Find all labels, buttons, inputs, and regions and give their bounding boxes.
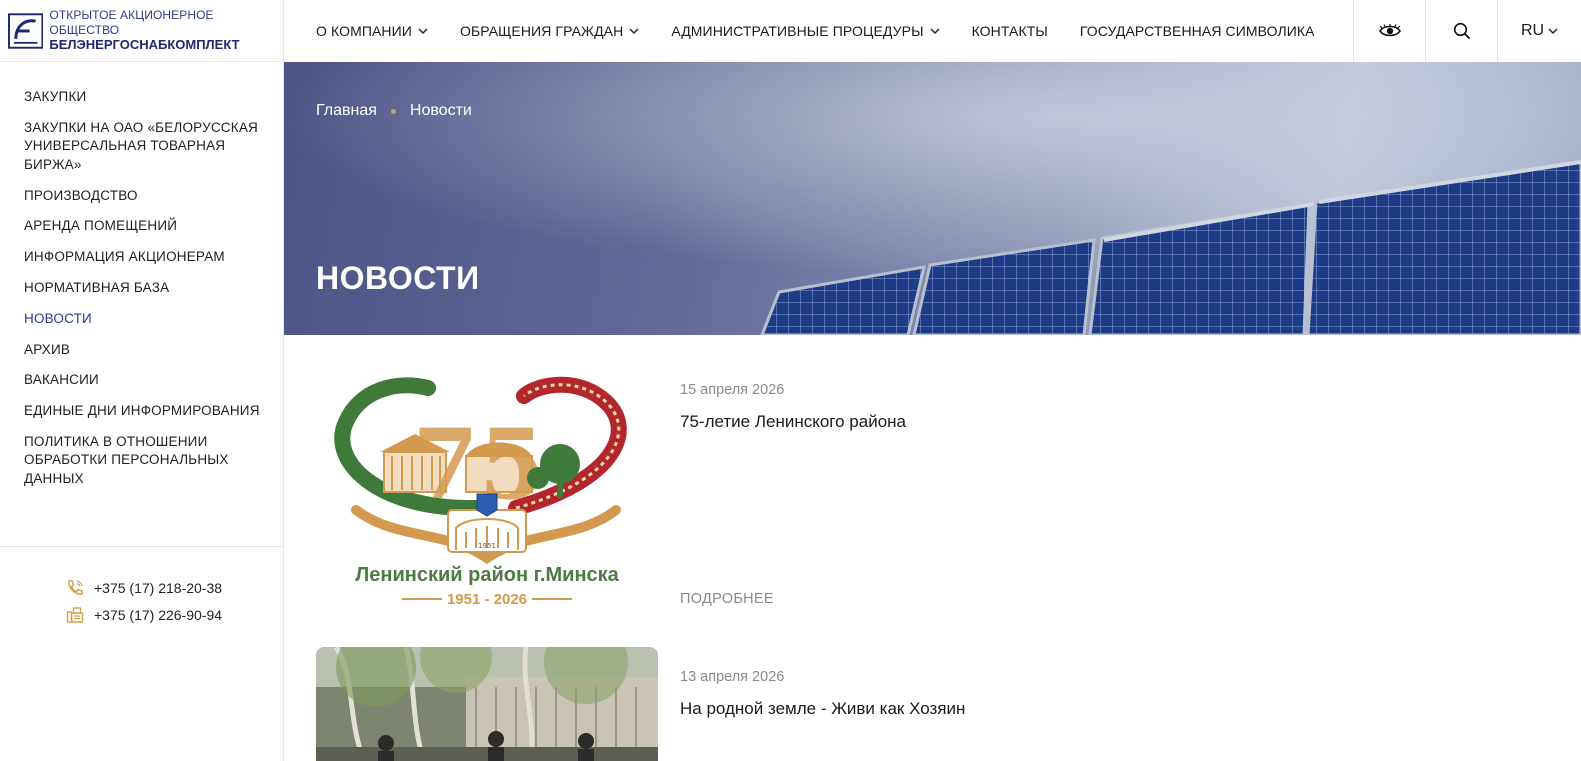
- nav-item-label: КОНТАКТЫ: [971, 23, 1048, 39]
- chevron-down-icon: [418, 28, 428, 35]
- main-nav: О КОМПАНИИ ОБРАЩЕНИЯ ГРАЖДАН АДМИНИСТРАТ…: [284, 0, 1353, 62]
- search-button[interactable]: [1425, 0, 1497, 62]
- fax-number: +375 (17) 226-90-94: [94, 606, 223, 623]
- sidebar-item-archive[interactable]: АРХИВ: [24, 341, 267, 360]
- sidebar-item-vacancies[interactable]: ВАКАНСИИ: [24, 371, 267, 390]
- nav-item-label: ОБРАЩЕНИЯ ГРАЖДАН: [459, 23, 624, 39]
- nav-item-symbols[interactable]: ГОСУДАРСТВЕННАЯ СИМВОЛИКА: [1080, 23, 1315, 39]
- sidebar-menu: ЗАКУПКИ ЗАКУПКИ НА ОАО «БЕЛОРУССКАЯ УНИВ…: [0, 62, 283, 488]
- site-header: ОТКРЫТОЕ АКЦИОНЕРНОЕ ОБЩЕСТВО БЕЛЭНЕРГОС…: [0, 0, 1581, 62]
- phone-number: +375 (17) 218-20-38: [94, 579, 223, 596]
- header-tools: RU: [1353, 0, 1581, 62]
- sidebar-item-regulations[interactable]: НОРМАТИВНАЯ БАЗА: [24, 279, 267, 298]
- news-title-link[interactable]: На родной земле - Живи как Хозяин: [680, 699, 965, 719]
- nav-item-label: О КОМПАНИИ: [316, 23, 412, 39]
- breadcrumb: Главная Новости: [316, 102, 472, 120]
- logo-badge-year: 1951: [478, 542, 496, 550]
- breadcrumb-home-link[interactable]: Главная: [316, 102, 377, 120]
- accessibility-button[interactable]: [1353, 0, 1425, 62]
- fax-row[interactable]: +375 (17) 226-90-94: [66, 601, 222, 628]
- news-date: 13 апреля 2026: [680, 669, 785, 685]
- language-selector[interactable]: RU: [1497, 0, 1581, 62]
- nav-item-contacts[interactable]: КОНТАКТЫ: [972, 23, 1048, 39]
- company-logo-icon: [8, 12, 44, 49]
- nav-item-appeals[interactable]: ОБРАЩЕНИЯ ГРАЖДАН: [460, 23, 639, 39]
- read-more-link[interactable]: ПОДРОБНЕЕ: [680, 591, 774, 607]
- sidebar-item-purchases[interactable]: ЗАКУПКИ: [24, 88, 267, 107]
- breadcrumb-separator: [390, 108, 396, 114]
- page-title: НОВОСТИ: [316, 260, 480, 296]
- nav-item-label: АДМИНИСТРАТИВНЫЕ ПРОЦЕДУРЫ: [671, 23, 924, 39]
- anniversary-logo-image: 75 1951 Ленинский район г.Минска 1951 - …: [334, 376, 627, 608]
- phone-row[interactable]: +375 (17) 218-20-38: [66, 574, 222, 601]
- language-label: RU: [1520, 22, 1545, 39]
- search-icon: [1453, 22, 1470, 40]
- sidebar-contacts: +375 (17) 218-20-38 +375 (17) 226-90-94: [66, 574, 222, 628]
- sidebar-item-shareholders[interactable]: ИНФОРМАЦИЯ АКЦИОНЕРАМ: [24, 248, 267, 267]
- sidebar-item-news[interactable]: НОВОСТИ: [24, 310, 267, 329]
- nav-item-procedures[interactable]: АДМИНИСТРАТИВНЫЕ ПРОЦЕДУРЫ: [671, 23, 940, 39]
- logo-line2: БЕЛЭНЕРГОСНАБКОМПЛЕКТ: [49, 37, 240, 53]
- fax-icon: [66, 606, 84, 623]
- logo-years: 1951 - 2026: [447, 591, 527, 608]
- news-thumbnail[interactable]: [316, 647, 658, 761]
- chevron-down-icon: [930, 28, 940, 35]
- sidebar-divider: [0, 546, 283, 547]
- nav-item-about[interactable]: О КОМПАНИИ: [316, 23, 428, 39]
- news-title-link[interactable]: 75-летие Ленинского района: [680, 412, 906, 432]
- news-body: 15 апреля 2026 75-летие Ленинского район…: [680, 360, 906, 647]
- sidebar: ЗАКУПКИ ЗАКУПКИ НА ОАО «БЕЛОРУССКАЯ УНИВ…: [0, 62, 284, 761]
- logo-link[interactable]: ОТКРЫТОЕ АКЦИОНЕРНОЕ ОБЩЕСТВО БЕЛЭНЕРГОС…: [0, 0, 284, 62]
- news-list: 75 1951 Ленинский район г.Минска 1951 - …: [316, 360, 1556, 761]
- logo-line1: ОТКРЫТОЕ АКЦИОНЕРНОЕ ОБЩЕСТВО: [49, 8, 214, 37]
- news-item: 75 1951 Ленинский район г.Минска 1951 - …: [316, 360, 1556, 647]
- hero-banner: Главная Новости НОВОСТИ: [284, 62, 1581, 335]
- news-thumbnail[interactable]: 75 1951 Ленинский район г.Минска 1951 - …: [316, 360, 658, 610]
- sidebar-item-production[interactable]: ПРОИЗВОДСТВО: [24, 187, 267, 206]
- news-date: 15 апреля 2026: [680, 382, 785, 398]
- phone-icon: [68, 579, 83, 595]
- news-photo-image: [316, 647, 658, 761]
- sidebar-item-rent[interactable]: АРЕНДА ПОМЕЩЕНИЙ: [24, 217, 267, 236]
- sidebar-item-privacy[interactable]: ПОЛИТИКА В ОТНОШЕНИИ ОБРАБОТКИ ПЕРСОНАЛЬ…: [24, 433, 267, 489]
- news-item: 13 апреля 2026 На родной земле - Живи ка…: [316, 647, 1556, 761]
- sidebar-item-info-days[interactable]: ЕДИНЫЕ ДНИ ИНФОРМИРОВАНИЯ: [24, 402, 267, 421]
- breadcrumb-current: Новости: [409, 102, 472, 119]
- sidebar-item-exchange-purchases[interactable]: ЗАКУПКИ НА ОАО «БЕЛОРУССКАЯ УНИВЕРСАЛЬНА…: [24, 119, 267, 175]
- news-body: 13 апреля 2026 На родной земле - Живи ка…: [680, 647, 965, 761]
- eye-icon: [1378, 24, 1401, 37]
- nav-item-label: ГОСУДАРСТВЕННАЯ СИМВОЛИКА: [1079, 23, 1315, 39]
- logo-caption: Ленинский район г.Минска: [355, 564, 619, 586]
- chevron-down-icon: [1548, 28, 1558, 35]
- chevron-down-icon: [629, 28, 639, 35]
